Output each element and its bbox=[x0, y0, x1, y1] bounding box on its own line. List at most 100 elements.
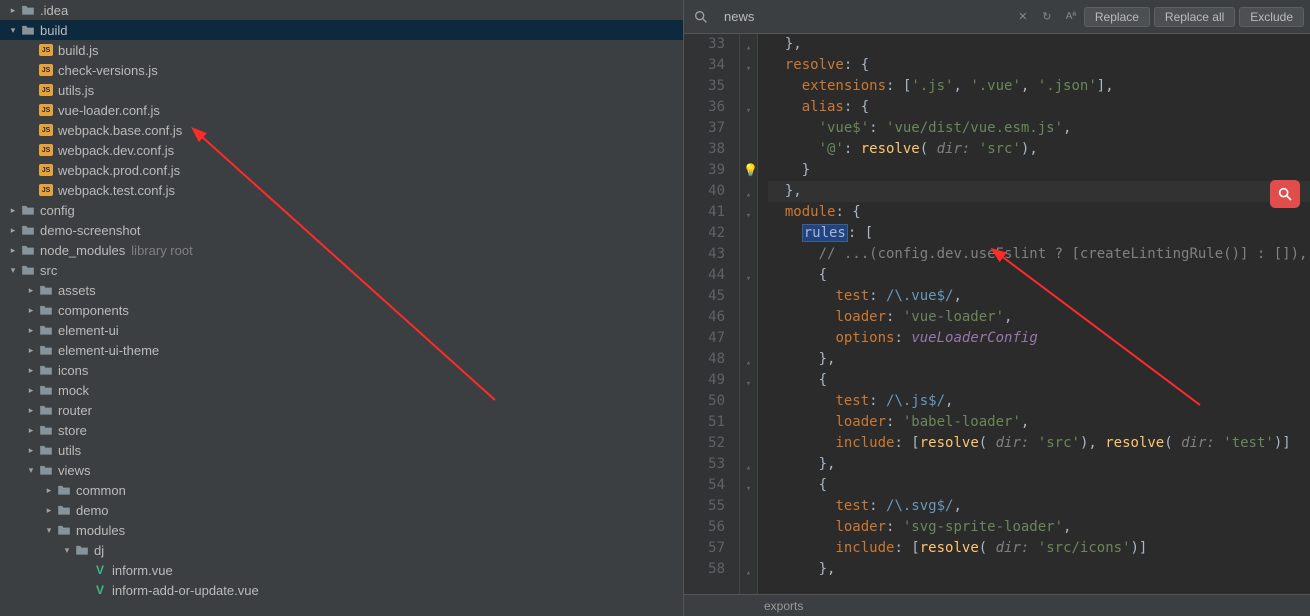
folder-icon bbox=[20, 242, 36, 258]
tree-item-vue-loader-conf-js[interactable]: JSvue-loader.conf.js bbox=[0, 100, 683, 120]
tree-arrow-icon[interactable]: ▾ bbox=[8, 265, 18, 276]
tree-arrow-icon[interactable]: ▸ bbox=[26, 405, 36, 416]
code-line[interactable]: test: /\.svg$/, bbox=[768, 496, 1310, 517]
code-line[interactable]: { bbox=[768, 370, 1310, 391]
tree-item-router[interactable]: ▸router bbox=[0, 400, 683, 420]
replace-all-button[interactable]: Replace all bbox=[1154, 7, 1235, 27]
tree-arrow-icon[interactable]: ▾ bbox=[8, 25, 18, 36]
folder-icon bbox=[20, 202, 36, 218]
search-history-icon[interactable]: ↻ bbox=[1036, 6, 1058, 28]
code-line[interactable]: } bbox=[768, 160, 1310, 181]
editor-panel: ✕ ↻ Aª Replace Replace all Exclude 33343… bbox=[684, 0, 1310, 616]
code-line[interactable]: }, bbox=[768, 559, 1310, 580]
clear-search-icon[interactable]: ✕ bbox=[1012, 6, 1034, 28]
code-line[interactable]: { bbox=[768, 475, 1310, 496]
code-line[interactable]: extensions: ['.js', '.vue', '.json'], bbox=[768, 76, 1310, 97]
tree-item-components[interactable]: ▸ components bbox=[0, 300, 683, 320]
tree-item-webpack-test-conf-js[interactable]: JSwebpack.test.conf.js bbox=[0, 180, 683, 200]
js-file-icon: JS bbox=[38, 122, 54, 138]
tree-item-modules[interactable]: ▾modules bbox=[0, 520, 683, 540]
code-line[interactable]: loader: 'svg-sprite-loader', bbox=[768, 517, 1310, 538]
code-line[interactable]: }, bbox=[768, 454, 1310, 475]
search-input[interactable] bbox=[720, 7, 1006, 26]
tree-item-assets[interactable]: ▸assets bbox=[0, 280, 683, 300]
code-line[interactable]: test: /\.js$/, bbox=[768, 391, 1310, 412]
code-line[interactable]: }, bbox=[768, 181, 1310, 202]
tree-item-webpack-dev-conf-js[interactable]: JSwebpack.dev.conf.js bbox=[0, 140, 683, 160]
tree-item-node-modules[interactable]: ▸node_moduleslibrary root bbox=[0, 240, 683, 260]
code-line[interactable]: options: vueLoaderConfig bbox=[768, 328, 1310, 349]
code-line[interactable]: // ...(config.dev.useEslint ? [createLin… bbox=[768, 244, 1310, 265]
tree-item-inform-add-or-update-vue[interactable]: Vinform-add-or-update.vue bbox=[0, 580, 683, 600]
tree-arrow-icon[interactable]: ▸ bbox=[26, 345, 36, 356]
tree-arrow-icon[interactable]: ▸ bbox=[26, 365, 36, 376]
project-tree[interactable]: ▸.idea▾buildJSbuild.jsJScheck-versions.j… bbox=[0, 0, 684, 616]
tree-item-webpack-prod-conf-js[interactable]: JSwebpack.prod.conf.js bbox=[0, 160, 683, 180]
fold-marker-icon[interactable]: ▴ bbox=[744, 563, 753, 584]
replace-button[interactable]: Replace bbox=[1084, 7, 1150, 27]
code-line[interactable]: }, bbox=[768, 34, 1310, 55]
tree-arrow-icon[interactable]: ▸ bbox=[26, 445, 36, 456]
exclude-button[interactable]: Exclude bbox=[1239, 7, 1304, 27]
tree-arrow-icon[interactable]: ▸ bbox=[8, 245, 18, 256]
folder-icon bbox=[38, 362, 54, 378]
tree-item-dj[interactable]: ▾dj bbox=[0, 540, 683, 560]
code-line[interactable]: module: { bbox=[768, 202, 1310, 223]
code-area[interactable]: }, resolve: { extensions: ['.js', '.vue'… bbox=[758, 34, 1310, 594]
code-line[interactable]: alias: { bbox=[768, 97, 1310, 118]
tree-item-config[interactable]: ▸ config bbox=[0, 200, 683, 220]
tree-item-utils-js[interactable]: JSutils.js bbox=[0, 80, 683, 100]
floating-search-icon[interactable] bbox=[1270, 180, 1300, 208]
tree-item-webpack-base-conf-js[interactable]: JSwebpack.base.conf.js bbox=[0, 120, 683, 140]
tree-item--idea[interactable]: ▸.idea bbox=[0, 0, 683, 20]
tree-item-build[interactable]: ▾build bbox=[0, 20, 683, 40]
tree-item-demo-screenshot[interactable]: ▸demo-screenshot bbox=[0, 220, 683, 240]
tree-arrow-icon[interactable]: ▸ bbox=[8, 205, 18, 216]
code-line[interactable]: test: /\.vue$/, bbox=[768, 286, 1310, 307]
tree-arrow-icon[interactable]: ▸ bbox=[26, 285, 36, 296]
tree-arrow-icon[interactable]: ▸ bbox=[8, 225, 18, 236]
tree-item-element-ui-theme[interactable]: ▸element-ui-theme bbox=[0, 340, 683, 360]
code-line[interactable]: '@': resolve( dir: 'src'), bbox=[768, 139, 1310, 160]
search-icon bbox=[690, 6, 712, 28]
tree-item-demo[interactable]: ▸demo bbox=[0, 500, 683, 520]
tree-arrow-icon[interactable]: ▸ bbox=[26, 385, 36, 396]
tree-arrow-icon[interactable]: ▸ bbox=[26, 425, 36, 436]
code-line[interactable]: loader: 'babel-loader', bbox=[768, 412, 1310, 433]
intention-bulb-icon[interactable]: 💡 bbox=[743, 160, 758, 181]
code-line[interactable]: 'vue$': 'vue/dist/vue.esm.js', bbox=[768, 118, 1310, 139]
tree-arrow-icon[interactable]: ▸ bbox=[44, 505, 54, 516]
code-line[interactable]: include: [resolve( dir: 'src/icons')] bbox=[768, 538, 1310, 559]
tree-arrow-icon[interactable]: ▸ bbox=[26, 305, 36, 316]
breadcrumb-item[interactable]: exports bbox=[764, 599, 803, 613]
tree-item-src[interactable]: ▾src bbox=[0, 260, 683, 280]
tree-item-element-ui[interactable]: ▸element-ui bbox=[0, 320, 683, 340]
match-case-icon[interactable]: Aª bbox=[1060, 6, 1082, 28]
code-line[interactable]: loader: 'vue-loader', bbox=[768, 307, 1310, 328]
code-line[interactable]: include: [resolve( dir: 'src'), resolve(… bbox=[768, 433, 1310, 454]
tree-arrow-icon[interactable]: ▸ bbox=[8, 5, 18, 16]
tree-item-suffix: library root bbox=[131, 243, 192, 258]
code-line[interactable]: }, bbox=[768, 349, 1310, 370]
tree-item-inform-vue[interactable]: Vinform.vue bbox=[0, 560, 683, 580]
tree-item-common[interactable]: ▸common bbox=[0, 480, 683, 500]
tree-arrow-icon[interactable]: ▾ bbox=[44, 525, 54, 536]
tree-item-views[interactable]: ▾views bbox=[0, 460, 683, 480]
code-line[interactable]: resolve: { bbox=[768, 55, 1310, 76]
tree-arrow-icon[interactable]: ▸ bbox=[26, 325, 36, 336]
tree-arrow-icon[interactable]: ▾ bbox=[26, 465, 36, 476]
fold-gutter[interactable]: ▴▾▾💡▴▾▾▴▾▴▾▴ bbox=[740, 34, 758, 594]
tree-item-label: config bbox=[40, 203, 75, 218]
tree-arrow-icon[interactable]: ▸ bbox=[44, 485, 54, 496]
tree-item-utils[interactable]: ▸utils bbox=[0, 440, 683, 460]
tree-item-build-js[interactable]: JSbuild.js bbox=[0, 40, 683, 60]
tree-item-mock[interactable]: ▸mock bbox=[0, 380, 683, 400]
code-line[interactable]: rules: [ bbox=[768, 223, 1310, 244]
tree-arrow-icon[interactable]: ▾ bbox=[62, 545, 72, 556]
tree-item-label: components bbox=[58, 303, 129, 318]
tree-item-store[interactable]: ▸store bbox=[0, 420, 683, 440]
code-editor[interactable]: 3334353637383940414243444546474849505152… bbox=[684, 34, 1310, 594]
tree-item-check-versions-js[interactable]: JScheck-versions.js bbox=[0, 60, 683, 80]
code-line[interactable]: { bbox=[768, 265, 1310, 286]
tree-item-icons[interactable]: ▸icons bbox=[0, 360, 683, 380]
